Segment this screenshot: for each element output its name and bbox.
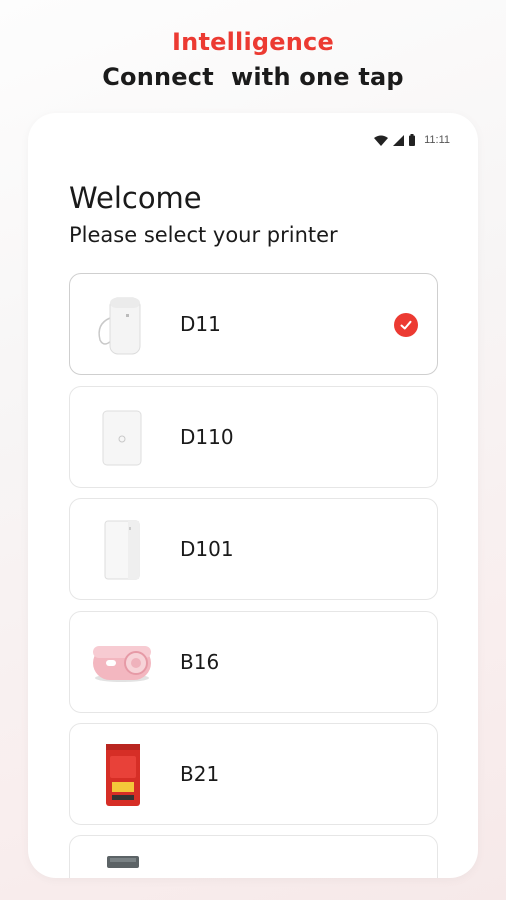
printer-name: D11	[180, 312, 221, 336]
printer-d110-icon	[102, 410, 142, 466]
printer-d11-icon	[98, 297, 141, 355]
page-title: Welcome	[69, 181, 202, 215]
printer-name: D110	[180, 425, 234, 449]
cell-signal-icon	[393, 134, 405, 146]
battery-icon	[409, 134, 416, 146]
page-subtitle: Please select your printer	[69, 223, 338, 247]
status-time: 11:11	[424, 134, 450, 146]
status-bar: 11:11	[374, 133, 450, 147]
promo-headline-accent: Intelligence	[172, 28, 334, 56]
printer-b21-icon	[106, 744, 140, 806]
wifi-icon	[374, 135, 389, 146]
printer-card-b16[interactable]: B16	[69, 611, 438, 713]
checkmark-icon	[394, 313, 418, 337]
phone-screen: 11:11 Welcome Please select your printer…	[28, 113, 478, 878]
printer-name: D101	[180, 537, 234, 561]
promo-headline-main: Connect with one tap	[102, 63, 404, 91]
printer-d101-icon	[104, 520, 140, 580]
printer-name: B16	[180, 650, 220, 674]
printer-card-d110[interactable]: D110	[69, 386, 438, 488]
printer-card-d101[interactable]: D101	[69, 498, 438, 600]
printer-card-d11[interactable]: D11	[69, 273, 438, 375]
printer-icon	[107, 856, 139, 868]
printer-card-partial[interactable]	[69, 835, 438, 878]
printer-name: B21	[180, 762, 220, 786]
printer-card-b21[interactable]: B21	[69, 723, 438, 825]
printer-b16-icon	[93, 646, 151, 682]
